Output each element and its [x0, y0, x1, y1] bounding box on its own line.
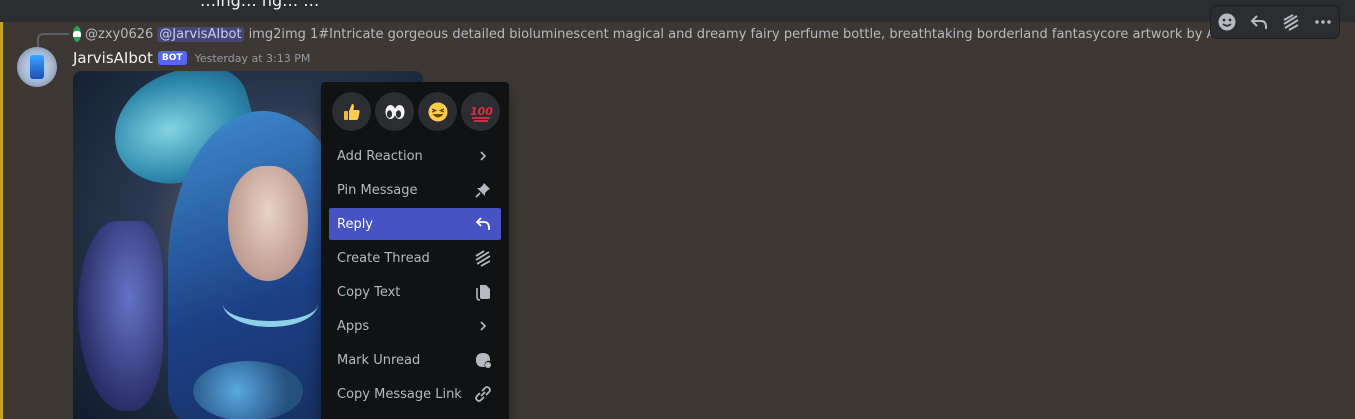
- menu-item-copy-message-link[interactable]: Copy Message Link: [329, 378, 501, 410]
- reply-icon[interactable]: [1246, 9, 1272, 35]
- menu-item-label: Copy Message Link: [337, 386, 462, 402]
- menu-item-apps[interactable]: Apps: [329, 310, 501, 342]
- thread-icon[interactable]: [1278, 9, 1304, 35]
- pin-icon: [473, 180, 493, 200]
- menu-item-label: Pin Message: [337, 182, 418, 198]
- chevron-right-icon: [473, 316, 493, 336]
- menu-item-label: Add Reaction: [337, 148, 423, 164]
- more-icon[interactable]: [1310, 9, 1336, 35]
- link-icon: [473, 384, 493, 404]
- quick-reactions: 100: [332, 92, 500, 131]
- author-name[interactable]: JarvisAIbot: [73, 49, 153, 67]
- menu-item-label: Create Thread: [337, 250, 430, 266]
- mark-unread-icon: [473, 350, 493, 370]
- discord-avatar-icon: [73, 26, 81, 42]
- bot-tag: BOT: [157, 51, 187, 65]
- menu-item-label: Apps: [337, 318, 370, 334]
- bot-mention[interactable]: @JarvisAIbot: [157, 26, 244, 42]
- quick-reaction-laughing[interactable]: [418, 92, 457, 131]
- channel-top-bar: …ing… ng… …: [0, 0, 1355, 22]
- message-header: JarvisAIbot BOT Yesterday at 3:13 PM: [73, 49, 310, 67]
- reply-spine: [37, 33, 69, 47]
- bot-avatar[interactable]: [17, 47, 57, 87]
- add-reaction-icon[interactable]: [1214, 9, 1240, 35]
- message-context-menu: 100 Add Reaction Pin Message Reply Creat…: [321, 82, 509, 419]
- copy-icon: [473, 282, 493, 302]
- reply-icon: [473, 214, 493, 234]
- menu-item-label: Mark Unread: [337, 352, 421, 368]
- message-action-bar: [1211, 6, 1339, 38]
- menu-item-add-reaction[interactable]: Add Reaction: [329, 140, 501, 172]
- quick-reaction-thumbs-up[interactable]: [332, 92, 371, 131]
- menu-item-pin-message[interactable]: Pin Message: [329, 174, 501, 206]
- reply-reference[interactable]: @zxy0626 @JarvisAIbot img2img 1#Intricat…: [73, 25, 1253, 43]
- menu-item-reply[interactable]: Reply: [329, 208, 501, 240]
- quick-reaction-hundred[interactable]: 100: [461, 92, 500, 131]
- quick-reaction-eyes[interactable]: [375, 92, 414, 131]
- svg-text:100: 100: [470, 105, 493, 118]
- menu-item-mark-unread[interactable]: Mark Unread: [329, 344, 501, 376]
- menu-item-copy-text[interactable]: Copy Text: [329, 276, 501, 308]
- reply-username[interactable]: @zxy0626: [85, 27, 153, 42]
- chevron-right-icon: [473, 146, 493, 166]
- menu-item-label: Reply: [337, 216, 374, 232]
- message-timestamp: Yesterday at 3:13 PM: [194, 51, 311, 65]
- menu-item-label: Copy Text: [337, 284, 401, 300]
- thread-icon: [473, 248, 493, 268]
- reply-preview-text[interactable]: img2img 1#Intricate gorgeous detailed bi…: [249, 27, 1253, 42]
- message-highlight-bar: [0, 22, 3, 419]
- cut-off-text: …ing… ng… …: [200, 0, 320, 10]
- menu-item-create-thread[interactable]: Create Thread: [329, 242, 501, 274]
